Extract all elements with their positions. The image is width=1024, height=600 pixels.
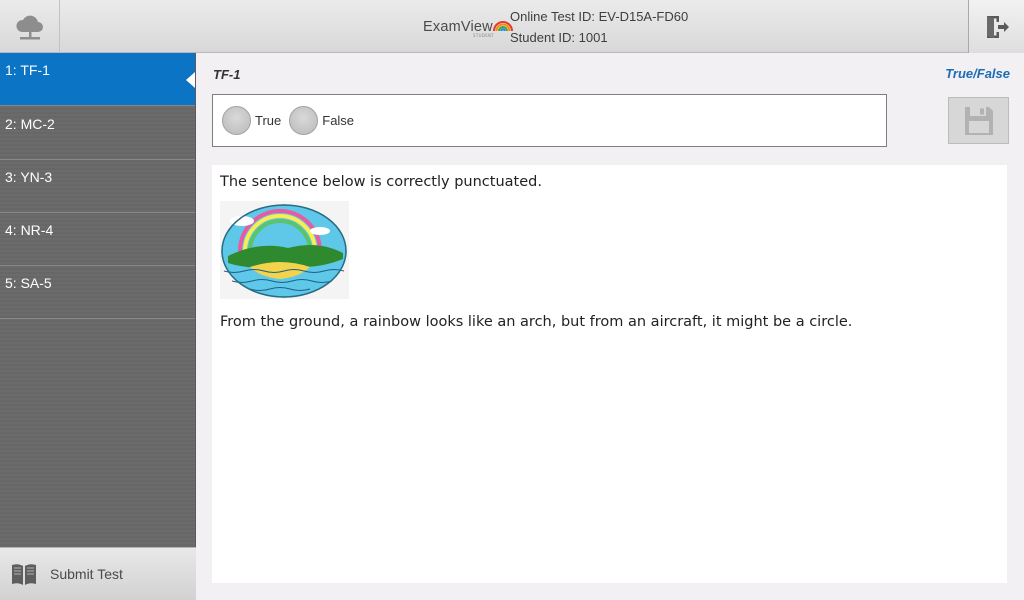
- exit-button[interactable]: [968, 0, 1024, 53]
- option-true-label: True: [255, 113, 282, 128]
- sidebar-item-yn-3[interactable]: 3: YN-3: [0, 160, 195, 213]
- option-true[interactable]: True: [222, 106, 281, 135]
- exit-door-icon: [986, 15, 1009, 38]
- sidebar-item-label: 2: MC-2: [5, 116, 55, 132]
- radio-true[interactable]: [222, 106, 251, 135]
- sidebar-item-nr-4[interactable]: 4: NR-4: [0, 213, 195, 266]
- online-test-id: Online Test ID: EV-D15A-FD60: [510, 9, 689, 24]
- sidebar-item-label: 4: NR-4: [5, 222, 54, 238]
- sidebar-item-label: 5: SA-5: [5, 275, 52, 291]
- answer-options: True False: [212, 94, 887, 147]
- book-icon: [12, 564, 36, 585]
- sidebar-item-label: 1: TF-1: [5, 62, 50, 78]
- question-statement: From the ground, a rainbow looks like an…: [220, 314, 853, 330]
- test-info: Online Test ID: EV-D15A-FD60 Student ID:…: [510, 6, 688, 48]
- sidebar-item-sa-5[interactable]: 5: SA-5: [0, 266, 195, 319]
- top-bar: ExamView STUDENT Online Test ID: EV-D15A…: [0, 0, 1024, 53]
- cloud-button[interactable]: [0, 0, 60, 53]
- question-content: The sentence below is correctly punctuat…: [212, 165, 1007, 583]
- floppy-disk-icon: [964, 106, 993, 135]
- sidebar-item-label: 3: YN-3: [5, 169, 53, 185]
- student-id: Student ID: 1001: [510, 30, 608, 45]
- question-sidebar: 1: TF-1 2: MC-2 3: YN-3 4: NR-4 5: SA-5 …: [0, 53, 196, 600]
- save-button[interactable]: [948, 97, 1009, 144]
- question-id: TF-1: [213, 67, 241, 82]
- rainbow-island-image: [220, 201, 349, 299]
- examview-logo: ExamView STUDENT: [423, 14, 513, 40]
- sidebar-item-mc-2[interactable]: 2: MC-2: [0, 107, 195, 160]
- cloud-icon: [15, 15, 43, 39]
- question-type: True/False: [945, 66, 1010, 81]
- option-false[interactable]: False: [289, 106, 354, 135]
- logo-subtext: STUDENT: [473, 33, 495, 38]
- sidebar-item-tf-1[interactable]: 1: TF-1: [0, 53, 195, 106]
- submit-test-label: Submit Test: [50, 566, 123, 582]
- submit-test-button[interactable]: Submit Test: [0, 547, 196, 600]
- option-false-label: False: [322, 113, 355, 128]
- question-stem: The sentence below is correctly punctuat…: [220, 174, 542, 190]
- radio-false[interactable]: [289, 106, 319, 135]
